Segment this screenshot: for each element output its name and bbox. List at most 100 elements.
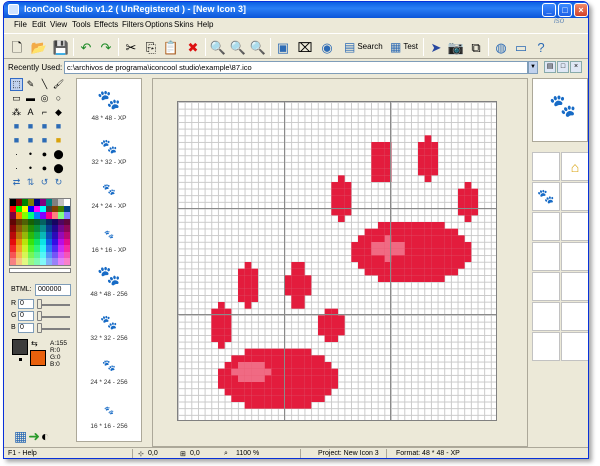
library-slot[interactable]: [532, 152, 560, 181]
view-mode-icon[interactable]: ▤: [544, 61, 556, 73]
menu-options[interactable]: Options: [145, 20, 173, 29]
red-input[interactable]: 0: [18, 299, 34, 309]
pencil-icon[interactable]: ✎: [24, 78, 37, 91]
eyedropper-icon[interactable]: ⌐: [38, 106, 51, 119]
reset-colors-icon[interactable]: [19, 358, 22, 361]
dot-1-icon[interactable]: ·: [10, 148, 23, 161]
cut-icon[interactable]: ✂: [122, 38, 140, 56]
eraser-icon[interactable]: ⌧: [296, 38, 314, 56]
shape-5-icon[interactable]: ■: [10, 134, 23, 147]
format-item[interactable]: 🐾 16 * 16 - 256: [77, 391, 141, 431]
zoom-out-icon[interactable]: 🔍: [229, 38, 247, 56]
format-item[interactable]: 🐾 32 * 32 - 256: [77, 303, 141, 343]
menu-file[interactable]: File: [14, 20, 27, 29]
palette-swatch[interactable]: [64, 251, 70, 259]
dot-3-icon[interactable]: ●: [38, 148, 51, 161]
web-icon[interactable]: ◍: [492, 38, 510, 56]
paste-icon[interactable]: 📋: [162, 38, 180, 56]
dot-7-icon[interactable]: ●: [38, 162, 51, 175]
select-rect-icon[interactable]: ⬚: [10, 78, 23, 91]
close-panel-icon[interactable]: ×: [570, 61, 582, 73]
flip-icon[interactable]: ⇄: [10, 176, 23, 189]
delete-icon[interactable]: ✖: [184, 38, 202, 56]
pixel-grid[interactable]: [177, 101, 497, 421]
dot-5-icon[interactable]: ·: [10, 162, 23, 175]
red-slider-knob[interactable]: [37, 299, 42, 309]
library-slot[interactable]: [561, 242, 588, 271]
dot-2-icon[interactable]: •: [24, 148, 37, 161]
shape-8-icon[interactable]: ■: [52, 134, 65, 147]
shape-3-icon[interactable]: ■: [38, 120, 51, 133]
title-bar[interactable]: IconCool Studio v1.2 ( UnRegistered ) - …: [4, 2, 588, 18]
blue-input[interactable]: 0: [18, 323, 34, 333]
menu-edit[interactable]: Edit: [32, 20, 46, 29]
format-item[interactable]: 🐾 24 * 24 - 256: [77, 347, 141, 387]
shape-7-icon[interactable]: ■: [38, 134, 51, 147]
brush-icon[interactable]: 🖌: [52, 78, 65, 91]
restore-panel-icon[interactable]: □: [557, 61, 569, 73]
rotate-right-icon[interactable]: ↻: [52, 176, 65, 189]
recent-dropdown-icon[interactable]: ▼: [528, 61, 538, 74]
search-button[interactable]: ▤ Search: [342, 38, 385, 56]
fill-bucket-icon[interactable]: ◆: [52, 106, 65, 119]
text-icon[interactable]: A: [24, 106, 37, 119]
library-slot[interactable]: [561, 272, 588, 301]
dot-6-icon[interactable]: •: [24, 162, 37, 175]
html-color-input[interactable]: 000000: [35, 284, 71, 296]
blue-slider-knob[interactable]: [37, 323, 42, 333]
line-icon[interactable]: ╲: [38, 78, 51, 91]
green-input[interactable]: 0: [18, 311, 34, 321]
format-item[interactable]: 🐾 32 * 32 - XP: [77, 127, 141, 167]
image-icon[interactable]: ▣: [274, 38, 292, 56]
color-palette[interactable]: [9, 198, 71, 266]
calendar-icon[interactable]: ▦: [14, 428, 28, 444]
capture-icon[interactable]: ⧉: [467, 38, 485, 56]
paw-library-icon[interactable]: 🐾: [532, 182, 560, 211]
shape-1-icon[interactable]: ■: [10, 120, 23, 133]
palette-swatch[interactable]: [64, 231, 70, 239]
ellipse-icon[interactable]: ◎: [38, 92, 51, 105]
format-item[interactable]: 🐾 48 * 48 - XP: [77, 83, 141, 123]
blue-slider-track[interactable]: [38, 328, 70, 330]
format-item[interactable]: 🐾 16 * 16 - XP: [77, 215, 141, 255]
format-item[interactable]: 🐾 24 * 24 - XP: [77, 171, 141, 211]
library-slot[interactable]: [532, 272, 560, 301]
library-slot[interactable]: [532, 302, 560, 331]
palette-swatch[interactable]: [64, 205, 70, 213]
menu-effects[interactable]: Effects: [94, 20, 118, 29]
red-slider-track[interactable]: [38, 304, 70, 306]
zoom-in-icon[interactable]: 🔍: [209, 38, 227, 56]
swap-colors-icon[interactable]: ⇆: [31, 340, 38, 348]
library-slot[interactable]: [532, 212, 560, 241]
menu-help[interactable]: Help: [197, 20, 213, 29]
palette-swatch[interactable]: [64, 212, 70, 219]
open-folder-icon[interactable]: 📂: [30, 38, 48, 56]
home-icon[interactable]: ⌂: [561, 152, 588, 181]
palette-swatch[interactable]: [64, 238, 70, 246]
library-slot[interactable]: [561, 182, 588, 211]
pointer-icon[interactable]: ➤: [427, 38, 445, 56]
menu-skins[interactable]: Skins: [174, 20, 194, 29]
menu-tools[interactable]: Tools: [72, 20, 91, 29]
filled-rect-icon[interactable]: ▬: [24, 92, 37, 105]
shape-6-icon[interactable]: ■: [24, 134, 37, 147]
zoom-fit-icon[interactable]: 🔍: [249, 38, 267, 56]
save-icon[interactable]: 💾: [52, 38, 70, 56]
palette-swatch[interactable]: [64, 225, 70, 232]
green-slider-knob[interactable]: [37, 311, 42, 321]
maximize-button[interactable]: □: [558, 3, 572, 17]
spray-icon[interactable]: ⁂: [10, 106, 23, 119]
close-button[interactable]: ×: [574, 3, 588, 17]
minimize-button[interactable]: _: [542, 3, 556, 17]
palette-swatch[interactable]: [64, 218, 70, 226]
menu-view[interactable]: View: [50, 20, 67, 29]
library-slot[interactable]: [561, 302, 588, 331]
undo-icon[interactable]: ↶: [77, 38, 95, 56]
library-slot[interactable]: [532, 242, 560, 271]
menu-filters[interactable]: Filters: [122, 20, 144, 29]
recent-path-field[interactable]: c:\archivos de programa\iconcool studio\…: [64, 61, 528, 74]
alpha-slider[interactable]: [9, 268, 71, 273]
library-slot[interactable]: [561, 212, 588, 241]
redo-icon[interactable]: ↷: [97, 38, 115, 56]
library-slot[interactable]: [532, 332, 560, 361]
